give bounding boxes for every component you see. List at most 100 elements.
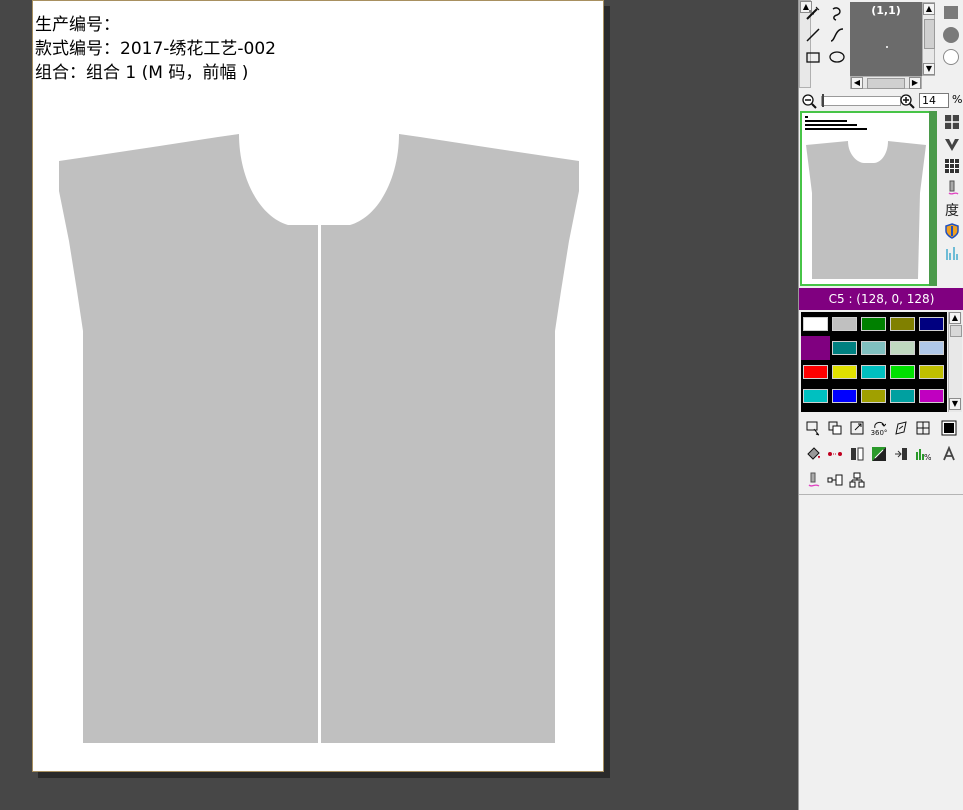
lasso-icon[interactable] [827, 4, 847, 22]
square-brush-icon[interactable] [944, 6, 958, 19]
dock-gap [786, 0, 798, 810]
navigator-position-marker [886, 46, 888, 48]
resize-block-icon[interactable] [847, 418, 867, 438]
garment-front-panel[interactable] [33, 1, 605, 773]
chart-percent-icon[interactable]: % [913, 444, 933, 464]
fill-bucket-icon[interactable] [803, 444, 823, 464]
copy-block-icon[interactable] [825, 418, 845, 438]
palette-cell[interactable] [859, 312, 888, 336]
zoom-in-icon[interactable] [897, 92, 917, 110]
flow-node-icon[interactable] [825, 470, 845, 490]
foreground-color-icon[interactable] [939, 418, 959, 438]
navigator-h-thumb[interactable] [867, 78, 905, 89]
curve-tool-icon[interactable] [827, 26, 847, 44]
round-brush-icon[interactable] [943, 27, 959, 43]
select-move-icon[interactable] [803, 418, 823, 438]
palette-cell[interactable] [888, 384, 917, 408]
palette-cell[interactable] [917, 360, 946, 384]
palette-cell[interactable] [917, 312, 946, 336]
zoom-input[interactable]: 14 [919, 93, 949, 108]
color-swatch[interactable] [832, 365, 857, 379]
degree-label[interactable]: 度 [942, 200, 962, 220]
canvas-area[interactable]: 生产编号： 款式编号：2017-绣花工艺-002 组合：组合 1 (M 码，前幅… [0, 0, 786, 810]
palette-cell[interactable] [801, 360, 830, 384]
palette-cell-selected[interactable] [801, 336, 830, 360]
navigator-view[interactable]: (1,1) [850, 2, 922, 76]
color-swatch[interactable] [861, 389, 886, 403]
palette-cell[interactable] [888, 336, 917, 360]
palette-cell[interactable] [801, 384, 830, 408]
pattern-grid-icon[interactable] [942, 156, 962, 176]
palette-cell[interactable] [888, 312, 917, 336]
hollow-brush-icon[interactable] [943, 49, 959, 65]
gradient-fill-icon[interactable] [869, 444, 889, 464]
color-swatch[interactable] [890, 317, 915, 331]
palette-scrollbar[interactable]: ▲ ▼ [948, 312, 962, 412]
navigator-coord: (1,1) [871, 4, 901, 17]
palette-scroll-thumb[interactable] [950, 325, 962, 337]
connect-icon[interactable] [825, 444, 845, 464]
palette-cell[interactable] [830, 384, 859, 408]
palette-cell[interactable] [888, 360, 917, 384]
navigator-scroll-down-icon[interactable]: ▼ [923, 63, 935, 75]
palette-cell[interactable] [859, 360, 888, 384]
palette-scroll-down-icon[interactable]: ▼ [949, 398, 961, 410]
navigator-v-thumb[interactable] [924, 19, 935, 49]
color-swatch[interactable] [861, 317, 886, 331]
needle-icon[interactable] [942, 178, 962, 198]
overview-scroll-strip[interactable] [929, 111, 937, 286]
shield-icon[interactable] [942, 221, 962, 241]
color-swatch[interactable] [919, 341, 944, 355]
palette-cell[interactable] [830, 312, 859, 336]
palette-cell[interactable] [801, 312, 830, 336]
bars-icon[interactable] [942, 243, 962, 263]
rotate-360-icon[interactable]: 360° [869, 418, 889, 438]
magic-wand-icon[interactable] [803, 4, 823, 22]
palette-cell[interactable] [830, 336, 859, 360]
design-page[interactable]: 生产编号： 款式编号：2017-绣花工艺-002 组合：组合 1 (M 码，前幅… [32, 0, 604, 772]
zoom-slider-thumb[interactable] [822, 94, 824, 107]
stitch-column-icon[interactable] [891, 444, 911, 464]
navigator-v-scrollbar[interactable]: ▲ ▼ [922, 2, 935, 76]
color-swatch[interactable] [803, 389, 828, 403]
navigator-h-scrollbar[interactable]: ◀ ▶ [850, 76, 922, 89]
palette-cell[interactable] [917, 384, 946, 408]
navigator-scroll-left-icon[interactable]: ◀ [851, 77, 863, 89]
line-tool-icon[interactable] [803, 26, 823, 44]
navigator-scroll-right-icon[interactable]: ▶ [909, 77, 921, 89]
color-swatch[interactable] [919, 365, 944, 379]
center-seam-line [318, 225, 321, 743]
color-swatch[interactable] [919, 317, 944, 331]
color-swatch[interactable] [890, 341, 915, 355]
zoom-slider[interactable] [821, 94, 901, 107]
color-swatch[interactable] [890, 365, 915, 379]
palette-cell[interactable] [917, 336, 946, 360]
palette-cell[interactable] [859, 336, 888, 360]
color-swatch[interactable] [861, 365, 886, 379]
color-swatch[interactable] [832, 317, 857, 331]
zoom-out-icon[interactable] [799, 92, 819, 110]
color-swatch[interactable] [803, 317, 828, 331]
color-palette[interactable] [801, 312, 947, 412]
color-swatch[interactable] [861, 341, 886, 355]
grid-view-icon[interactable] [942, 112, 962, 132]
color-swatch[interactable] [832, 389, 857, 403]
color-swatch[interactable] [803, 365, 828, 379]
color-swatch[interactable] [832, 341, 857, 355]
yarn-needle-icon[interactable] [803, 470, 823, 490]
navigator-scroll-up-icon[interactable]: ▲ [923, 3, 935, 15]
skew-icon[interactable] [891, 418, 911, 438]
palette-scroll-up-icon[interactable]: ▲ [949, 312, 961, 324]
tree-node-icon[interactable] [847, 470, 867, 490]
mirror-block-icon[interactable] [913, 418, 933, 438]
color-swatch[interactable] [890, 389, 915, 403]
overview-thumbnail[interactable] [800, 111, 936, 286]
color-swatch[interactable] [919, 389, 944, 403]
v-neck-icon[interactable] [942, 135, 962, 155]
rectangle-tool-icon[interactable] [803, 48, 823, 66]
split-column-icon[interactable] [847, 444, 867, 464]
palette-cell[interactable] [859, 384, 888, 408]
ellipse-tool-icon[interactable] [827, 48, 847, 66]
text-tool-icon[interactable] [939, 444, 959, 464]
palette-cell[interactable] [830, 360, 859, 384]
